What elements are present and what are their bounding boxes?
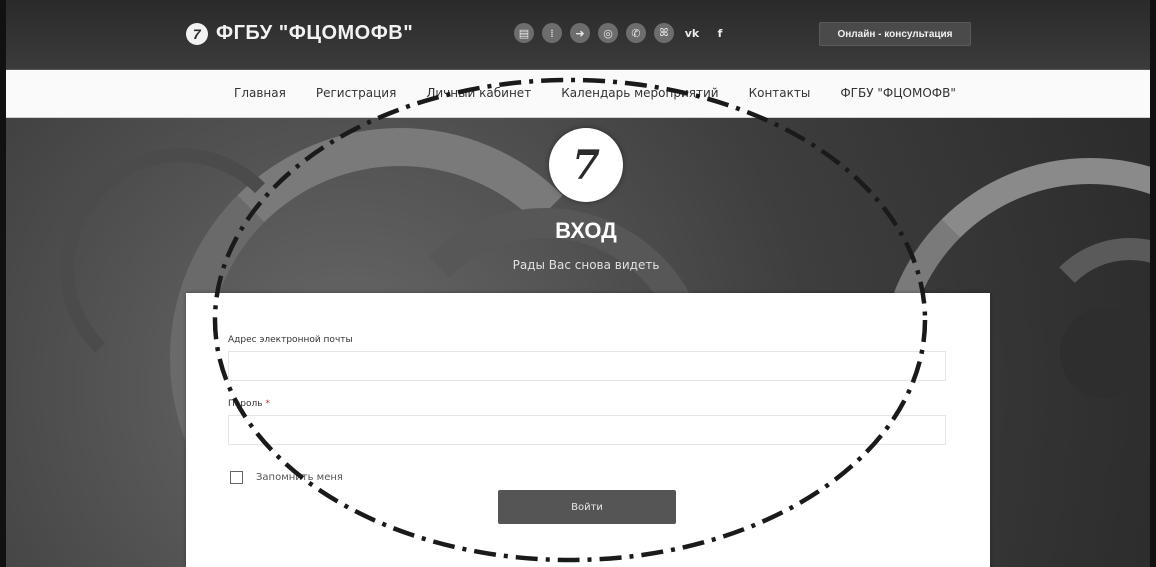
scan-edge-right (1150, 0, 1156, 567)
remember-me-label[interactable]: Запомнить меня (256, 472, 343, 483)
nav-item-contacts[interactable]: Контакты (749, 86, 811, 100)
page-subtitle: Рады Вас снова видеть (512, 258, 660, 272)
nav-item-account[interactable]: Личный кабинет (426, 86, 531, 100)
odnoklassniki-icon[interactable]: ꕤ (654, 23, 674, 43)
password-field[interactable] (228, 415, 946, 445)
password-label: Пароль * (228, 399, 270, 409)
remember-me-checkbox[interactable] (230, 471, 243, 484)
login-arrow-icon[interactable]: ➜ (570, 23, 590, 43)
person-icon[interactable]: ⁞ (542, 23, 562, 43)
vk-icon[interactable]: vk (682, 23, 702, 43)
social-links: ▤ ⁞ ➜ ◎ ✆ ꕤ vk f (514, 23, 730, 43)
email-label: Адрес электронной почты (228, 335, 353, 345)
online-consultation-button[interactable]: Онлайн - консультация (819, 22, 971, 46)
email-field[interactable] (228, 351, 946, 381)
scan-edge-left (0, 0, 6, 567)
id-card-icon[interactable]: ▤ (514, 23, 534, 43)
email-label-text: Адрес электронной почты (228, 335, 353, 345)
brand[interactable]: 7 ФГБУ "ФЦОМОФВ" (186, 22, 413, 45)
hero-logo-icon: 7 (549, 128, 623, 202)
nav-item-about[interactable]: ФГБУ "ФЦОМОФВ" (840, 86, 956, 100)
main-nav: Главная Регистрация Личный кабинет Кален… (0, 70, 1156, 118)
instagram-icon[interactable]: ◎ (598, 23, 618, 43)
nav-item-registration[interactable]: Регистрация (316, 86, 396, 100)
brand-name: ФГБУ "ФЦОМОФВ" (216, 22, 414, 44)
required-mark: * (265, 399, 270, 409)
decor-circle (1060, 308, 1150, 398)
page-title: ВХОД (555, 218, 617, 243)
login-form: Адрес электронной почты Пароль * Запомни… (186, 293, 990, 567)
facebook-icon[interactable]: f (710, 23, 730, 43)
top-bar: 7 ФГБУ "ФЦОМОФВ" ▤ ⁞ ➜ ◎ ✆ ꕤ vk f Онлайн… (0, 0, 1156, 70)
nav-item-calendar[interactable]: Календарь мероприятий (561, 86, 718, 100)
password-label-text: Пароль (228, 399, 263, 409)
whatsapp-icon[interactable]: ✆ (626, 23, 646, 43)
brand-logo-icon: 7 (186, 22, 208, 45)
login-button[interactable]: Войти (498, 490, 676, 524)
nav-item-home[interactable]: Главная (234, 86, 286, 100)
